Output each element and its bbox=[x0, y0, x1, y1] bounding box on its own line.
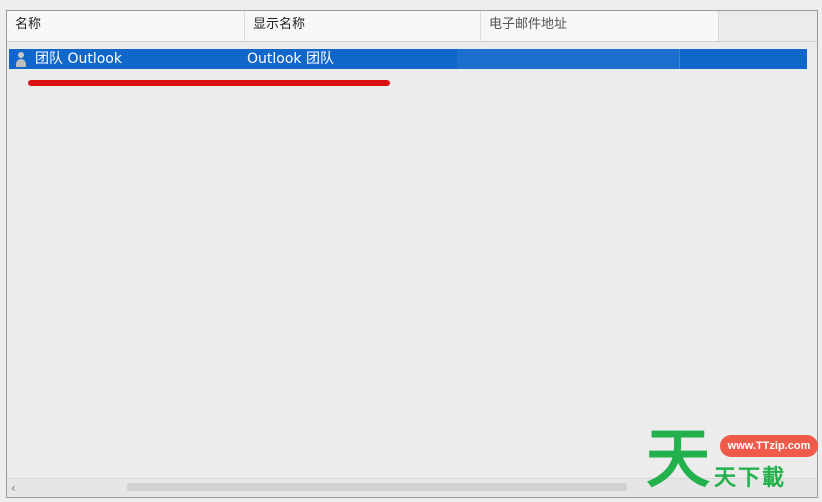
watermark-text: 天下載 bbox=[714, 466, 787, 491]
watermark-url-badge: www.TTzip.com bbox=[720, 435, 818, 457]
watermark-logo-glyph: 天 bbox=[646, 423, 710, 497]
column-divider bbox=[679, 49, 680, 69]
table-row[interactable]: 团队 Outlook Outlook 团队 bbox=[9, 49, 807, 69]
scroll-left-arrow-icon[interactable]: ‹ bbox=[11, 480, 16, 496]
scrollbar-thumb[interactable] bbox=[127, 483, 627, 491]
column-header-display-name[interactable]: 显示名称 bbox=[245, 11, 481, 41]
watermark-logo: 天 www.TTzip.com 天下載 bbox=[640, 424, 822, 502]
row-display-name-cell: Outlook 团队 bbox=[247, 51, 334, 67]
row-name-cell: 团队 Outlook bbox=[35, 51, 122, 67]
column-header-bar: 名称 显示名称 电子邮件地址 bbox=[7, 11, 817, 42]
column-header-name[interactable]: 名称 bbox=[7, 11, 245, 41]
column-header-filler bbox=[719, 11, 817, 41]
person-icon bbox=[15, 52, 27, 67]
address-book-dialog: 名称 显示名称 电子邮件地址 团队 Outlook Outlook 团队 ‹ 天… bbox=[0, 0, 822, 502]
red-underline-annotation bbox=[28, 80, 390, 86]
row-email-cell bbox=[457, 49, 679, 69]
column-header-email[interactable]: 电子邮件地址 bbox=[481, 11, 719, 41]
